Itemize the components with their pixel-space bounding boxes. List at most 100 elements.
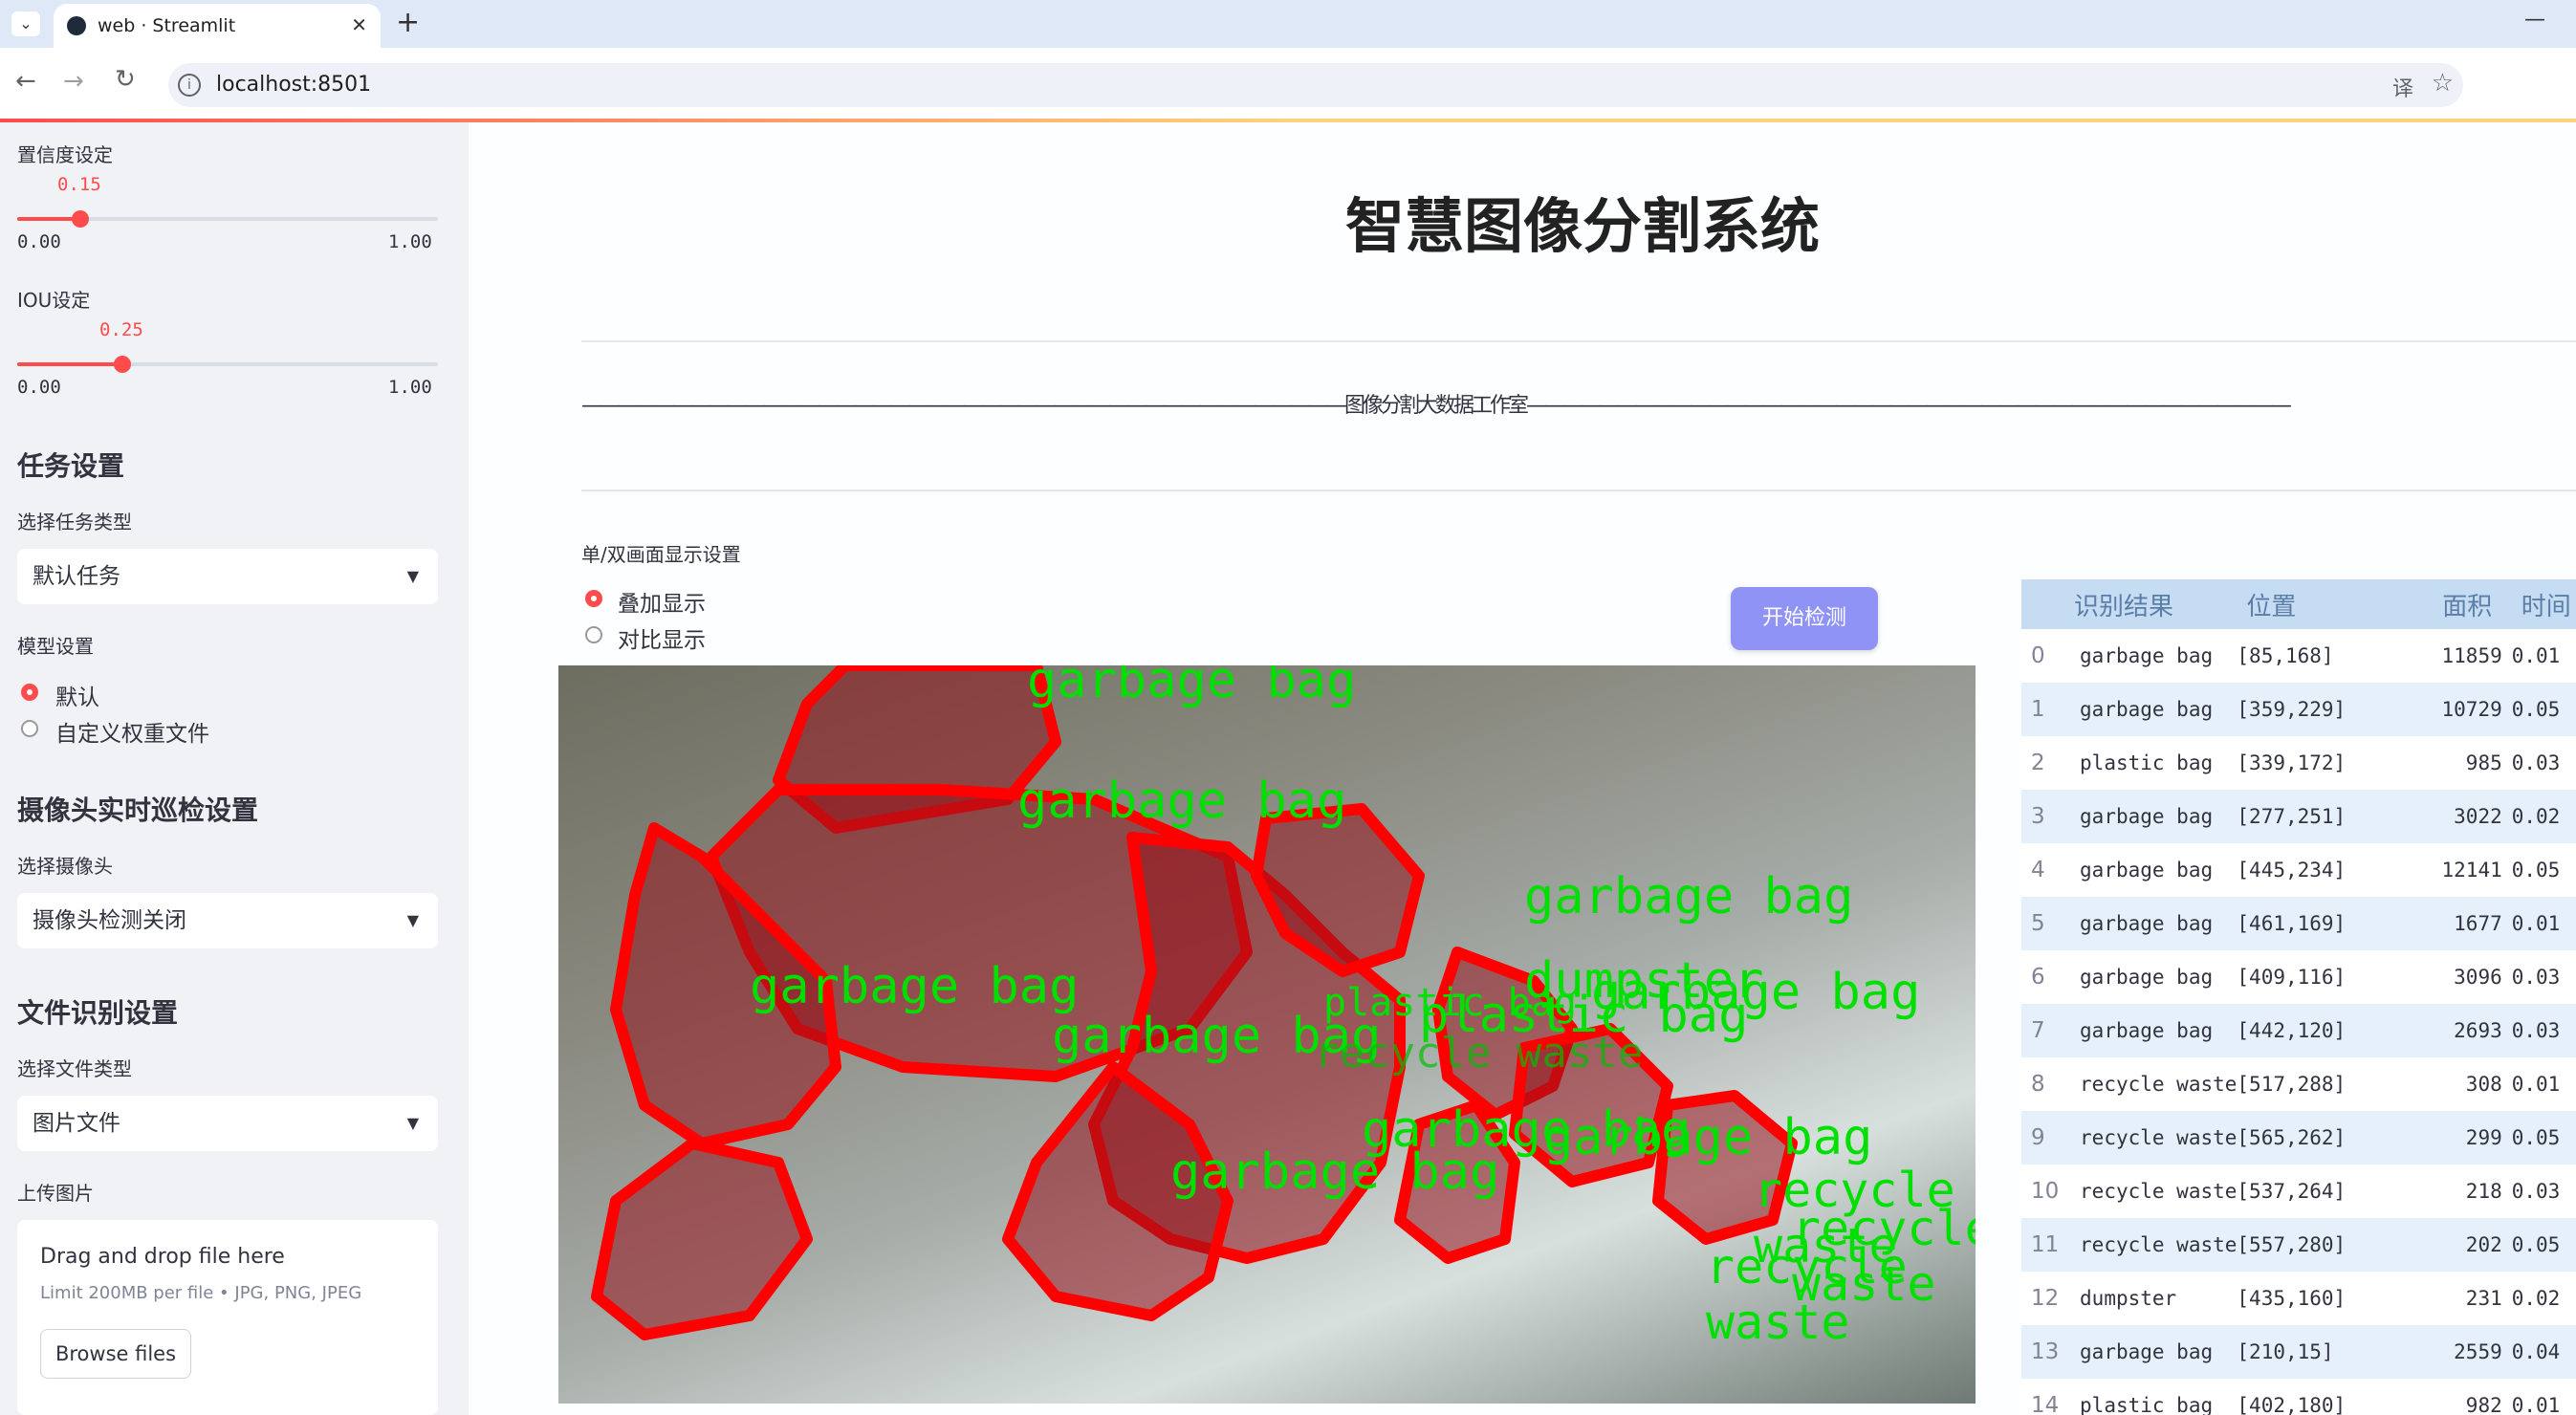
address-bar[interactable]: i localhost:8501 译 ☆ [168, 63, 2463, 107]
table-row[interactable]: 8 recycle waste [517,288] 308 0.01 [2021, 1057, 2576, 1111]
row-index: 6 [2031, 965, 2045, 990]
close-tab-icon[interactable]: ✕ [351, 13, 367, 36]
column-header-time[interactable]: 时间 [2511, 579, 2576, 629]
display-radio-compare[interactable]: 对比显示 [583, 621, 832, 653]
site-info-icon[interactable]: i [178, 74, 201, 97]
model-radio-default[interactable]: 默认 [19, 679, 306, 710]
row-area: 982 [2465, 1394, 2502, 1415]
row-area: 299 [2433, 1111, 2512, 1165]
table-row[interactable]: 4 garbage bag [445,234] 12141 0.05 [2021, 843, 2576, 897]
minimize-icon[interactable]: — [2524, 8, 2545, 32]
table-row[interactable]: 1 garbage bag [359,229] 10729 0.05 [2021, 683, 2576, 736]
file-type-value: 图片文件 [33, 1111, 120, 1136]
row-index: 7 [2021, 1004, 2065, 1057]
table-row[interactable]: 9 recycle waste [565,262] 299 0.05 [2021, 1111, 2576, 1165]
row-result: plastic bag [2080, 1394, 2214, 1415]
row-time: 0.01 [2511, 1394, 2561, 1415]
row-result: garbage bag [2080, 859, 2214, 882]
row-position: [359,229] [2237, 683, 2434, 736]
row-time: 0.04 [2511, 1325, 2576, 1379]
row-index: 9 [2021, 1111, 2065, 1165]
model-option-default: 默认 [55, 686, 99, 710]
table-row[interactable]: 12 dumpster [435,160] 231 0.02 [2021, 1272, 2576, 1325]
iou-slider-handle[interactable] [114, 356, 131, 373]
row-index: 5 [2021, 897, 2065, 950]
table-row[interactable]: 6 garbage bag [409,116] 3096 0.03 [2021, 950, 2576, 1004]
display-option-compare: 对比显示 [618, 628, 706, 653]
back-icon[interactable]: ← [15, 67, 36, 96]
translate-icon[interactable]: 译 [2392, 72, 2413, 102]
task-type-select[interactable]: 默认任务 ▼ [17, 549, 438, 604]
row-area: 3022 [2433, 790, 2512, 843]
reload-icon[interactable]: ↻ [115, 65, 136, 94]
bookmark-star-icon[interactable]: ☆ [2432, 69, 2454, 98]
browser-tab[interactable]: web · Streamlit ✕ [54, 4, 381, 48]
overlay-label-garbage-bag: garbage bag [1027, 665, 1357, 709]
task-type-value: 默认任务 [33, 564, 120, 589]
column-header-position[interactable]: 位置 [2237, 579, 2434, 629]
row-result: recycle waste [2064, 1218, 2238, 1272]
dropzone-limit: Limit 200MB per file • JPG, PNG, JPEG [40, 1283, 362, 1303]
overlay-label-recycle-waste: recycle waste [1314, 1029, 1644, 1078]
table-row[interactable]: 5 garbage bag [461,169] 1677 0.01 [2021, 897, 2576, 950]
model-radio-custom[interactable]: 自定义权重文件 [19, 715, 306, 747]
table-row[interactable]: 10 recycle waste [537,264] 218 0.03 [2021, 1165, 2576, 1218]
table-row[interactable]: 0 garbage bag [85,168] 11859 0.01 [2021, 629, 2576, 683]
row-index: 12 [2031, 1286, 2060, 1311]
model-option-custom: 自定义权重文件 [55, 722, 209, 747]
table-row[interactable]: 7 garbage bag [442,120] 2693 0.03 [2021, 1004, 2576, 1057]
row-position: [557,280] [2237, 1218, 2434, 1272]
divider-bottom [581, 490, 2576, 491]
display-radio-overlay[interactable]: 叠加显示 [583, 585, 832, 617]
results-header-row: 识别结果 位置 面积 时间 [2021, 579, 2576, 629]
table-row[interactable]: 2 plastic bag [339,172] 985 0.03 [2021, 736, 2576, 790]
chevron-down-icon: ▼ [406, 1114, 419, 1132]
new-tab-icon[interactable]: + [396, 6, 420, 39]
row-position: [435,160] [2237, 1287, 2347, 1310]
row-index: 2 [2031, 751, 2045, 775]
tab-list-chevron-icon[interactable]: ⌄ [11, 11, 40, 36]
row-result: dumpster [2080, 1287, 2177, 1310]
confidence-slider-handle[interactable] [72, 210, 89, 228]
confidence-label: 置信度设定 [17, 143, 113, 166]
start-detection-button[interactable]: 开始检测 [1731, 587, 1878, 650]
row-index: 3 [2021, 790, 2065, 843]
row-area: 3096 [2454, 966, 2502, 989]
row-position: [402,180] [2237, 1394, 2347, 1415]
row-index: 4 [2031, 858, 2045, 882]
file-dropzone[interactable]: Drag and drop file here Limit 200MB per … [17, 1220, 438, 1415]
file-type-select[interactable]: 图片文件 ▼ [17, 1096, 438, 1151]
forward-icon[interactable]: → [63, 67, 84, 96]
confidence-slider[interactable] [17, 208, 438, 237]
overlay-label-recycle-waste: recycle waste [1706, 1239, 1908, 1350]
table-row[interactable]: 13 garbage bag [210,15] 2559 0.04 [2021, 1325, 2576, 1379]
browse-files-button[interactable]: Browse files [40, 1329, 191, 1379]
tab-title: web · Streamlit [98, 15, 236, 36]
file-settings-header: 文件识别设置 [17, 997, 179, 1029]
row-index: 10 [2031, 1179, 2060, 1204]
row-time: 0.01 [2511, 897, 2576, 950]
overlay-label-garbage-bag: garbage bag [750, 958, 1080, 1015]
iou-slider[interactable] [17, 354, 438, 382]
camera-select[interactable]: 摄像头检测关闭 ▼ [17, 893, 438, 948]
row-result: recycle waste [2080, 1073, 2238, 1096]
row-time: 0.03 [2511, 1180, 2561, 1203]
column-header-index[interactable] [2021, 579, 2065, 629]
task-type-label: 选择任务类型 [17, 511, 132, 533]
row-position: [442,120] [2237, 1004, 2434, 1057]
iou-max: 1.00 [388, 377, 432, 398]
column-header-area[interactable]: 面积 [2433, 579, 2512, 629]
table-row[interactable]: 3 garbage bag [277,251] 3022 0.02 [2021, 790, 2576, 843]
overlay-label-garbage-bag: garbage bag [1017, 773, 1347, 830]
row-area: 1677 [2433, 897, 2512, 950]
table-row[interactable]: 14 plastic bag [402,180] 982 0.01 [2021, 1379, 2576, 1415]
url-text: localhost:8501 [216, 73, 372, 97]
upload-label: 上传图片 [17, 1182, 94, 1205]
column-header-result[interactable]: 识别结果 [2064, 579, 2238, 629]
row-result: recycle waste [2064, 1111, 2238, 1165]
row-area: 2693 [2433, 1004, 2512, 1057]
row-area: 985 [2465, 751, 2502, 774]
task-settings-header: 任务设置 [17, 450, 125, 482]
table-row[interactable]: 11 recycle waste [557,280] 202 0.05 [2021, 1218, 2576, 1272]
browser-tab-strip: ⌄ web · Streamlit ✕ + — [0, 0, 2576, 48]
